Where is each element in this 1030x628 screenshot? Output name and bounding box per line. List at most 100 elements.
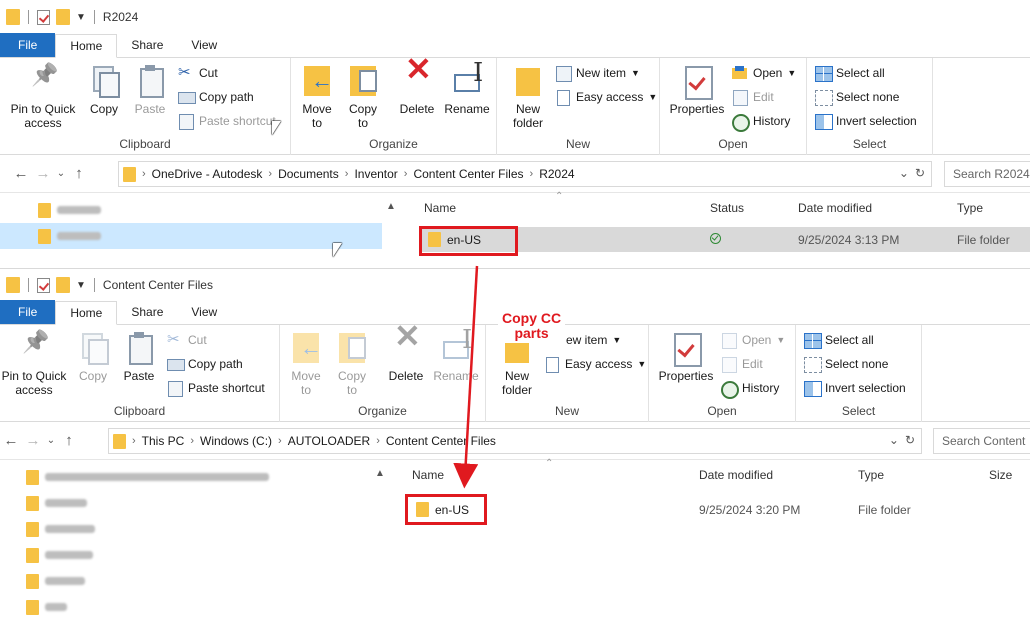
column-header-name[interactable]: Name <box>412 468 444 482</box>
easy-access-button[interactable]: Easy access ▼ <box>544 357 646 373</box>
select-all-button[interactable]: Select all <box>815 66 885 82</box>
back-arrow-icon[interactable]: ← <box>0 432 22 449</box>
paste-button[interactable]: Paste <box>121 331 157 383</box>
open-button[interactable]: Open ▼ <box>732 66 796 80</box>
address-dropdown-icon[interactable]: ⌄ <box>899 166 909 180</box>
tab-file[interactable]: File <box>0 300 56 324</box>
nav-item[interactable] <box>0 464 382 490</box>
copy-path-button[interactable]: Copy path <box>167 357 243 371</box>
rename-button[interactable]: Rename <box>432 331 480 383</box>
refresh-icon[interactable]: ↻ <box>905 433 915 447</box>
copy-button[interactable]: Copy <box>86 64 122 116</box>
tab-home[interactable]: Home <box>55 34 118 58</box>
new-folder-icon[interactable] <box>56 9 70 25</box>
customize-dropdown-icon[interactable]: ▼ <box>76 12 86 23</box>
up-arrow-icon[interactable]: ↑ <box>68 165 90 182</box>
nav-item[interactable] <box>0 568 382 594</box>
column-header-date[interactable]: Date modified <box>798 201 872 215</box>
move-to-button[interactable]: Move to <box>299 64 335 130</box>
refresh-icon[interactable]: ↻ <box>915 166 925 180</box>
forward-arrow-icon[interactable]: → <box>22 432 44 449</box>
paste-shortcut-button[interactable]: Paste shortcut <box>167 381 265 397</box>
history-button[interactable]: History <box>721 381 779 399</box>
paste-button[interactable]: Paste <box>132 64 168 116</box>
tab-share[interactable]: Share <box>117 300 177 324</box>
tab-view[interactable]: View <box>177 300 231 324</box>
nav-item[interactable] <box>0 490 382 516</box>
properties-button[interactable]: Properties <box>655 331 717 383</box>
easy-access-icon <box>555 90 571 106</box>
table-row[interactable]: en-US 9/25/2024 3:20 PM File folder <box>408 497 1028 522</box>
nav-item[interactable] <box>0 516 382 542</box>
column-header-name[interactable]: Name <box>424 201 456 215</box>
cut-button[interactable]: Cut <box>167 330 207 348</box>
edit-button[interactable]: Edit <box>732 90 774 106</box>
copy-to-button[interactable]: Copy to <box>334 331 370 397</box>
forward-arrow-icon[interactable]: → <box>32 165 54 182</box>
copy-path-button[interactable]: Copy path <box>178 90 254 104</box>
tab-home[interactable]: Home <box>55 301 118 325</box>
recent-locations-chevron-icon[interactable]: ⌄ <box>44 435 58 446</box>
column-header-type[interactable]: Type <box>858 468 884 482</box>
collapse-up-icon[interactable]: ▲ <box>386 201 396 212</box>
breadcrumb-autoloader[interactable]: AUTOLOADER <box>288 434 370 448</box>
open-button[interactable]: Open ▼ <box>721 333 785 349</box>
pin-to-quick-access-button[interactable]: Pin to Quick access <box>6 64 80 130</box>
select-all-button[interactable]: Select all <box>804 333 874 349</box>
copy-button[interactable]: Copy <box>75 331 111 383</box>
move-to-button[interactable]: Move to <box>288 331 324 397</box>
column-header-date[interactable]: Date modified <box>699 468 773 482</box>
cut-button[interactable]: Cut <box>178 63 218 81</box>
breadcrumb-documents[interactable]: Documents <box>278 167 339 181</box>
easy-access-button[interactable]: Easy access ▼ <box>555 90 657 106</box>
invert-selection-button[interactable]: Invert selection <box>815 114 917 130</box>
nav-item[interactable] <box>0 197 382 223</box>
new-item-button[interactable]: ew item ▼ <box>566 333 621 347</box>
nav-item-selected[interactable] <box>0 223 382 249</box>
pin-to-quick-access-button[interactable]: Pin to Quick access <box>0 331 68 397</box>
edit-button[interactable]: Edit <box>721 357 763 373</box>
search-input[interactable]: Search Content <box>933 428 1030 454</box>
rename-button[interactable]: Rename <box>443 64 491 116</box>
back-arrow-icon[interactable]: ← <box>10 165 32 182</box>
invert-selection-button[interactable]: Invert selection <box>804 381 906 397</box>
breadcrumb-r2024[interactable]: R2024 <box>539 167 574 181</box>
nav-item[interactable] <box>0 542 382 568</box>
select-none-button[interactable]: Select none <box>804 357 888 373</box>
properties-button[interactable]: Properties <box>666 64 728 116</box>
search-input[interactable]: Search R2024 <box>944 161 1030 187</box>
separator <box>93 278 95 292</box>
type-cell: File folder <box>858 502 911 517</box>
delete-button[interactable]: Delete <box>397 62 437 116</box>
new-item-button[interactable]: New item ▼ <box>555 66 640 82</box>
new-folder-icon[interactable] <box>56 277 70 293</box>
paste-shortcut-button[interactable]: Paste shortcut <box>178 114 276 130</box>
history-button[interactable]: History <box>732 114 790 132</box>
recent-locations-chevron-icon[interactable]: ⌄ <box>54 168 68 179</box>
properties-check-icon[interactable] <box>37 277 50 293</box>
tab-file[interactable]: File <box>0 33 56 57</box>
tab-share[interactable]: Share <box>117 33 177 57</box>
column-header-size[interactable]: Size <box>989 468 1012 482</box>
new-folder-button[interactable]: New folder <box>505 64 551 130</box>
customize-dropdown-icon[interactable]: ▼ <box>76 280 86 291</box>
nav-item[interactable] <box>0 594 382 620</box>
breadcrumb-onedrive[interactable]: OneDrive - Autodesk <box>152 167 263 181</box>
breadcrumb-content-center-files[interactable]: Content Center Files <box>413 167 523 181</box>
address-bar[interactable]: › This PC › Windows (C:) › AUTOLOADER › … <box>108 428 922 454</box>
tab-view[interactable]: View <box>177 33 231 57</box>
copy-to-button[interactable]: Copy to <box>345 64 381 130</box>
column-header-type[interactable]: Type <box>957 201 983 215</box>
properties-check-icon[interactable] <box>37 9 50 25</box>
breadcrumb-inventor[interactable]: Inventor <box>354 167 397 181</box>
collapse-up-icon[interactable]: ▲ <box>375 468 385 479</box>
column-header-status[interactable]: Status <box>710 201 744 215</box>
breadcrumb-content-center-files[interactable]: Content Center Files <box>386 434 496 448</box>
select-none-button[interactable]: Select none <box>815 90 899 106</box>
up-arrow-icon[interactable]: ↑ <box>58 432 80 449</box>
delete-button[interactable]: Delete <box>386 329 426 383</box>
breadcrumb-this-pc[interactable]: This PC <box>142 434 185 448</box>
address-dropdown-icon[interactable]: ⌄ <box>889 433 899 447</box>
breadcrumb-windows-c[interactable]: Windows (C:) <box>200 434 272 448</box>
address-bar[interactable]: › OneDrive - Autodesk › Documents › Inve… <box>118 161 932 187</box>
